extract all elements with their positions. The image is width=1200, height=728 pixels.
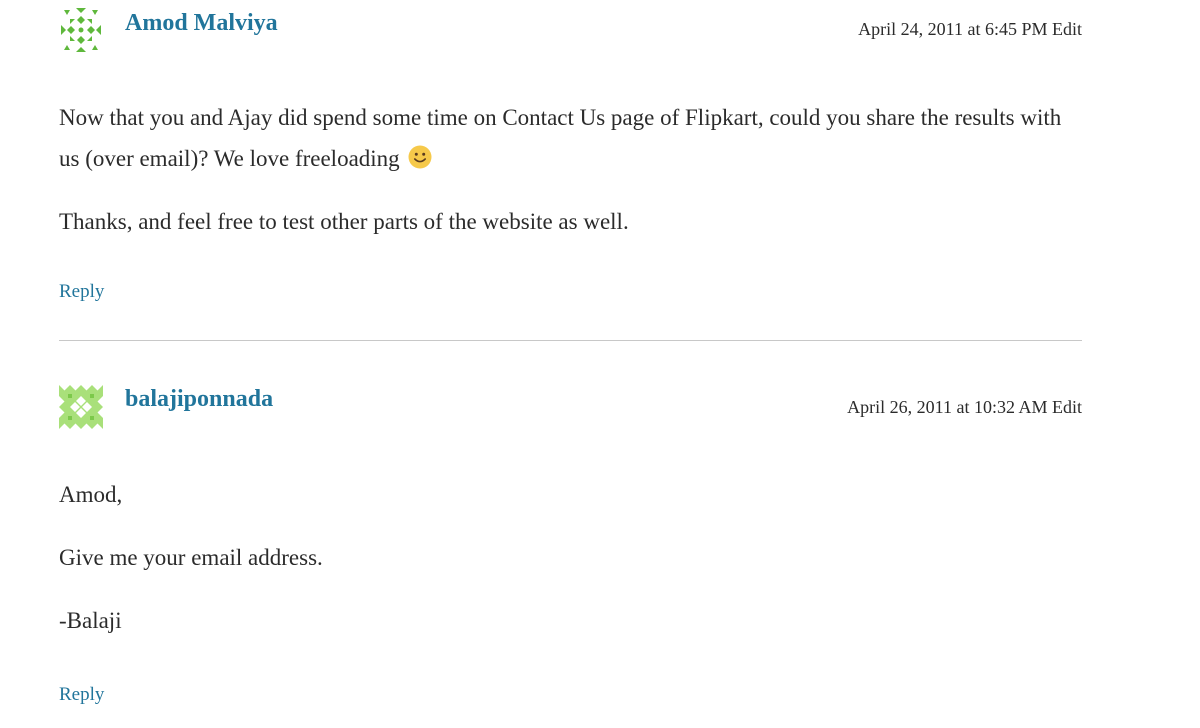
reply-link[interactable]: Reply	[59, 281, 104, 303]
comment-paragraph: Now that you and Ajay did spend some tim…	[59, 97, 1082, 179]
comment-paragraph: Amod,	[59, 482, 123, 507]
identicon-avatar[interactable]	[59, 385, 103, 429]
comment-meta: April 24, 2011 at 6:45 PM Edit	[858, 19, 1082, 40]
comment-header: balajiponnada April 26, 2011 at 10:32 AM…	[59, 341, 1082, 431]
comment-author-link[interactable]: balajiponnada	[125, 386, 273, 413]
edit-link[interactable]: Edit	[1052, 397, 1082, 417]
comment-date-link[interactable]: April 26, 2011 at 10:32 AM	[847, 397, 1047, 417]
comment-body: Now that you and Ajay did spend some tim…	[59, 97, 1082, 242]
comment-paragraph: Thanks, and feel free to test other part…	[59, 209, 629, 234]
comment: Amod Malviya April 24, 2011 at 6:45 PM E…	[59, 0, 1082, 303]
reply-link[interactable]: Reply	[59, 684, 104, 706]
comment-paragraph: Give me your email address.	[59, 545, 323, 570]
edit-link[interactable]: Edit	[1052, 19, 1082, 39]
comment-paragraph: -Balaji	[59, 608, 122, 633]
comment-header: Amod Malviya April 24, 2011 at 6:45 PM E…	[59, 0, 1082, 60]
identicon-avatar[interactable]	[59, 8, 103, 52]
comment-body: Amod, Give me your email address. -Balaj…	[59, 474, 1082, 641]
comment-list: Amod Malviya April 24, 2011 at 6:45 PM E…	[59, 0, 1082, 706]
comment-author-link[interactable]: Amod Malviya	[125, 10, 278, 37]
slightly-smiling-face-icon	[408, 145, 432, 169]
comment: balajiponnada April 26, 2011 at 10:32 AM…	[59, 341, 1082, 706]
comment-paragraph-text: Now that you and Ajay did spend some tim…	[59, 105, 1062, 171]
comment-meta: April 26, 2011 at 10:32 AM Edit	[847, 397, 1082, 418]
comment-date-link[interactable]: April 24, 2011 at 6:45 PM	[858, 19, 1047, 39]
